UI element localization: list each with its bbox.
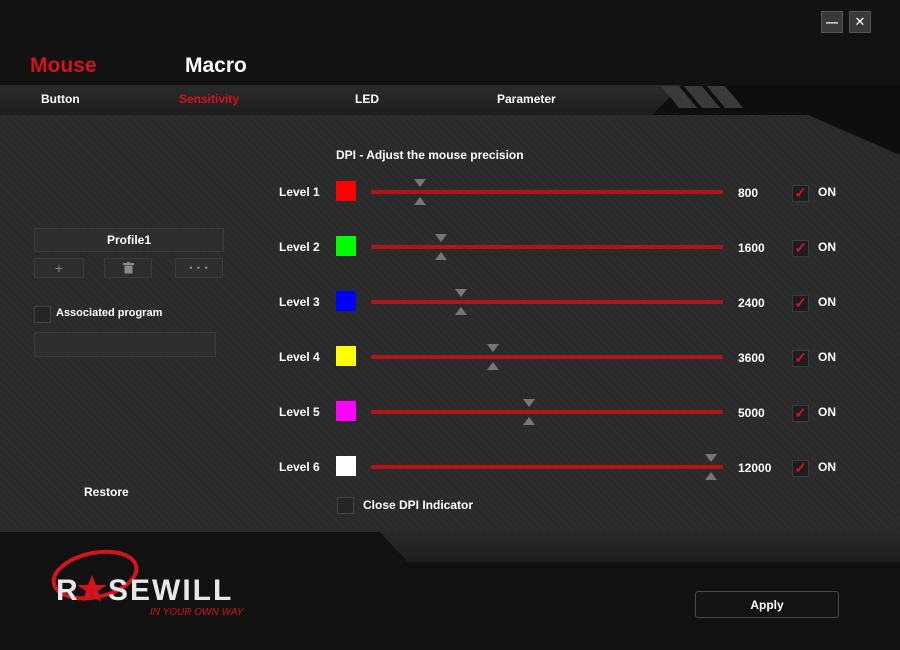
dpi-level-color-swatch[interactable]: [336, 346, 356, 366]
dpi-level-enable-checkbox[interactable]: ✓: [792, 295, 809, 312]
dpi-level-value: 3600: [738, 351, 765, 365]
dpi-level-label: Level 2: [279, 240, 320, 254]
minimize-icon: —: [826, 15, 838, 29]
dpi-level-color-swatch[interactable]: [336, 291, 356, 311]
dpi-level-color-swatch[interactable]: [336, 401, 356, 421]
rosewill-logo-graphic: R SEWILL IN YOUR OWN WAY: [51, 549, 245, 618]
dpi-level-enable-checkbox[interactable]: ✓: [792, 350, 809, 367]
subtab-button[interactable]: Button: [41, 92, 80, 106]
associated-program-label: Associated program: [56, 307, 163, 319]
dpi-slider-thumb[interactable]: [435, 234, 447, 260]
dpi-slider-thumb[interactable]: [705, 454, 717, 480]
close-button[interactable]: ✕: [849, 11, 871, 33]
dpi-level-label: Level 4: [279, 350, 320, 364]
dpi-level-value: 5000: [738, 406, 765, 420]
close-dpi-indicator-label: Close DPI Indicator: [363, 498, 474, 512]
dpi-level-label: Level 3: [279, 295, 320, 309]
minimize-button[interactable]: —: [821, 11, 843, 33]
profile-selector[interactable]: Profile1: [34, 228, 224, 252]
dpi-slider-track[interactable]: [371, 300, 723, 304]
subtab-parameter[interactable]: Parameter: [497, 92, 556, 106]
dpi-level-enable-checkbox[interactable]: ✓: [792, 240, 809, 257]
dpi-level-color-swatch[interactable]: [336, 236, 356, 256]
svg-text:IN YOUR OWN WAY: IN YOUR OWN WAY: [150, 607, 245, 618]
dpi-slider-track[interactable]: [371, 465, 723, 469]
dpi-slider-thumb[interactable]: [523, 399, 535, 425]
more-options-button[interactable]: • • •: [175, 258, 223, 278]
close-dpi-indicator-checkbox[interactable]: [337, 497, 354, 514]
dpi-level-enable-checkbox[interactable]: ✓: [792, 460, 809, 477]
dpi-level-value: 800: [738, 186, 759, 200]
dpi-slider-thumb[interactable]: [414, 179, 426, 205]
dpi-level-color-swatch[interactable]: [336, 181, 356, 201]
dpi-level-on-label: ON: [818, 240, 836, 254]
title-bar: [0, 0, 900, 85]
subtab-led[interactable]: LED: [355, 92, 379, 106]
dpi-level-on-label: ON: [818, 295, 836, 309]
dpi-level-color-swatch[interactable]: [336, 456, 356, 476]
trash-icon: [122, 262, 134, 274]
footer-strip: [380, 532, 900, 562]
dpi-level-enable-checkbox[interactable]: ✓: [792, 405, 809, 422]
more-icon: • • •: [189, 263, 209, 273]
subtab-sensitivity[interactable]: Sensitivity: [179, 92, 239, 106]
dpi-level-enable-checkbox[interactable]: ✓: [792, 185, 809, 202]
dpi-level-on-label: ON: [818, 405, 836, 419]
dpi-slider-track[interactable]: [371, 410, 723, 414]
tab-macro[interactable]: Macro: [185, 54, 247, 78]
apply-label: Apply: [750, 597, 784, 612]
dpi-level-label: Level 5: [279, 405, 320, 419]
svg-text:SEWILL: SEWILL: [108, 574, 233, 607]
profile-name: Profile1: [106, 233, 151, 247]
svg-text:R: R: [56, 574, 78, 607]
dpi-slider-track[interactable]: [371, 355, 723, 359]
delete-profile-button[interactable]: [104, 258, 152, 278]
dpi-slider-track[interactable]: [371, 245, 723, 249]
plus-icon: +: [54, 260, 64, 276]
dpi-level-label: Level 1: [279, 185, 320, 199]
rosewill-logo: R SEWILL IN YOUR OWN WAY: [50, 545, 270, 625]
dpi-level-label: Level 6: [279, 460, 320, 474]
add-profile-button[interactable]: +: [34, 258, 84, 278]
restore-button[interactable]: Restore: [84, 485, 129, 499]
dpi-heading: DPI - Adjust the mouse precision: [336, 148, 524, 162]
dpi-level-on-label: ON: [818, 350, 836, 364]
apply-button[interactable]: Apply: [695, 591, 839, 618]
dpi-level-value: 1600: [738, 241, 765, 255]
rosewill-mouse-app: — ✕ Mouse Macro Button Sensitivity LED P…: [0, 0, 900, 650]
tab-mouse[interactable]: Mouse: [30, 54, 97, 78]
dpi-level-value: 2400: [738, 296, 765, 310]
associated-program-checkbox[interactable]: [34, 306, 51, 323]
dpi-level-on-label: ON: [818, 185, 836, 199]
dpi-level-value: 12000: [738, 461, 772, 475]
dpi-slider-thumb[interactable]: [487, 344, 499, 370]
dpi-slider-thumb[interactable]: [455, 289, 467, 315]
close-icon: ✕: [854, 14, 866, 29]
associated-program-field[interactable]: [34, 332, 216, 357]
dpi-level-on-label: ON: [818, 460, 836, 474]
